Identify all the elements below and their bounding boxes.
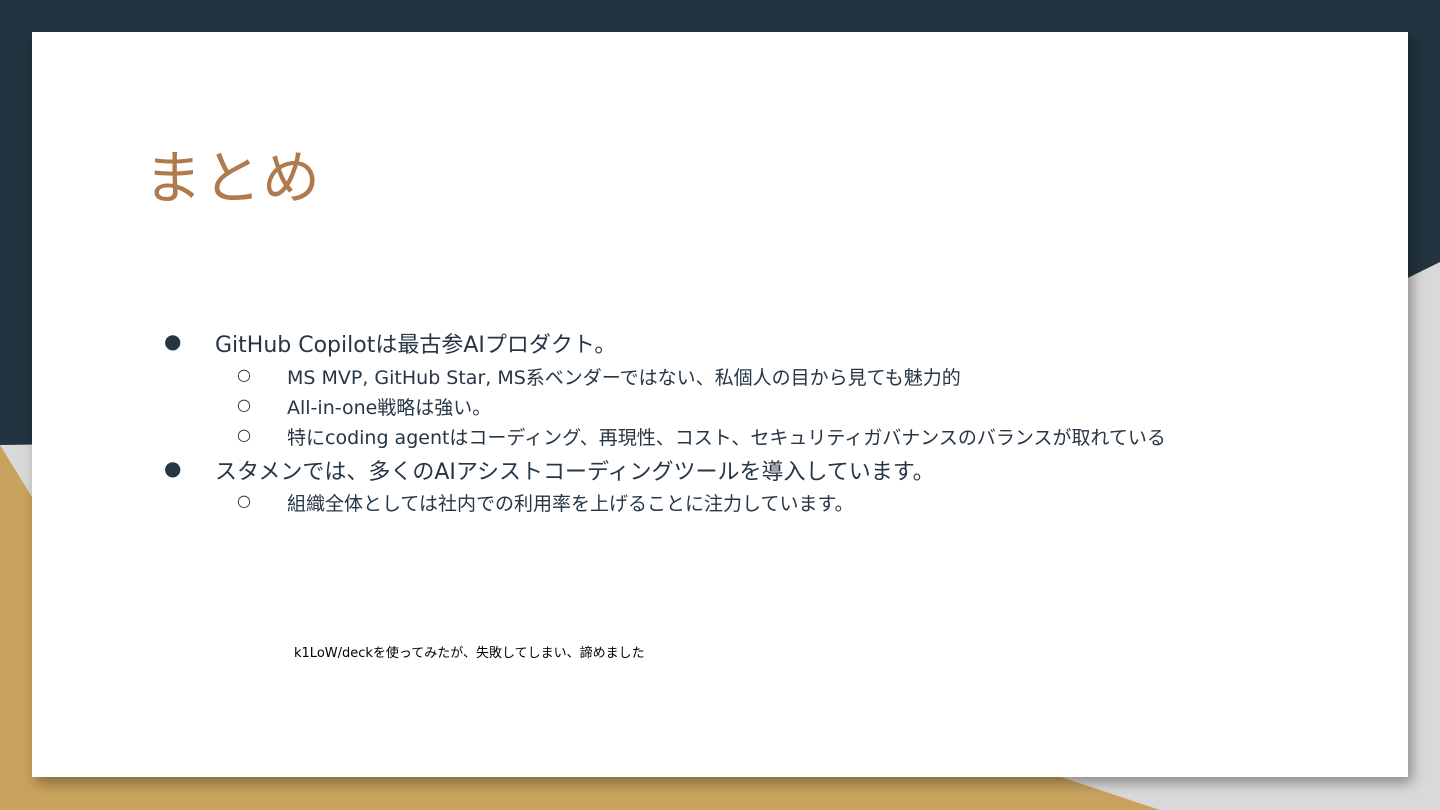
sub-bullet-item: All-in-one戦略は強い。 [287, 397, 492, 419]
hollow-bullet-icon: ○ [237, 491, 251, 510]
bullet-item: GitHub Copilotは最古参AIプロダクト。 [215, 333, 617, 358]
hollow-bullet-icon: ○ [237, 425, 251, 444]
bullet-item: スタメンでは、多くのAIアシストコーディングツールを導入しています。 [215, 460, 935, 485]
hollow-bullet-icon: ○ [237, 395, 251, 414]
footnote: k1LoW/deckを使ってみたが、失敗してしまい、諦めました [294, 646, 645, 661]
hollow-bullet-icon: ○ [237, 365, 251, 384]
sub-bullet-item: 特にcoding agentはコーディング、再現性、コスト、セキュリティガバナン… [287, 427, 1166, 449]
filled-bullet-icon: ● [164, 329, 182, 353]
filled-bullet-icon: ● [164, 456, 182, 480]
sub-bullet-item: MS MVP, GitHub Star, MS系ベンダーではない、私個人の目から… [287, 367, 961, 389]
sub-bullet-item: 組織全体としては社内での利用率を上げることに注力しています。 [287, 493, 854, 515]
slide-title: まとめ [144, 144, 322, 212]
slide-canvas: まとめ ● GitHub Copilotは最古参AIプロダクト。 ○ MS MV… [32, 32, 1408, 777]
